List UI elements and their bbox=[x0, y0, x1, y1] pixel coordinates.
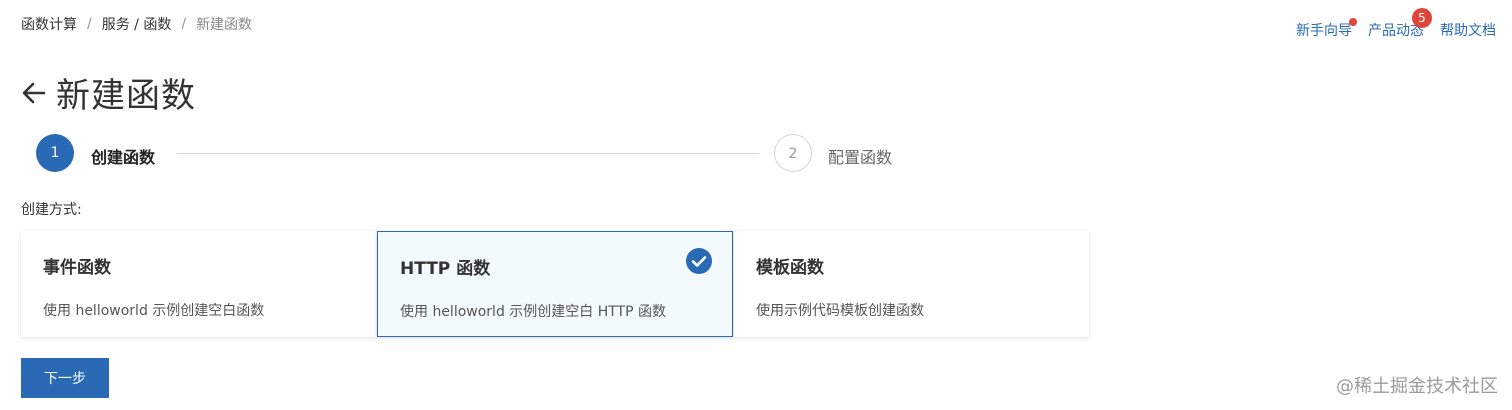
docs-link-label: 帮助文档 bbox=[1440, 23, 1496, 39]
step-2-circle: 2 bbox=[774, 134, 812, 172]
creation-method-cards: 事件函数 使用 helloworld 示例创建空白函数 HTTP 函数 使用 h… bbox=[21, 231, 1089, 337]
top-links: 新手向导 产品动态 5 帮助文档 bbox=[1296, 8, 1496, 40]
event-function-card[interactable]: 事件函数 使用 helloworld 示例创建空白函数 bbox=[21, 231, 376, 337]
guide-link[interactable]: 新手向导 bbox=[1296, 18, 1357, 40]
docs-link[interactable]: 帮助文档 bbox=[1440, 20, 1496, 40]
card-title: 事件函数 bbox=[43, 258, 111, 278]
http-function-card[interactable]: HTTP 函数 使用 helloworld 示例创建空白 HTTP 函数 bbox=[377, 231, 733, 337]
step-2-label: 配置函数 bbox=[828, 148, 893, 167]
watermark: @稀土掘金技术社区 bbox=[1336, 376, 1498, 397]
check-circle-icon bbox=[686, 248, 712, 274]
card-title: HTTP 函数 bbox=[400, 259, 491, 279]
card-description: 使用 helloworld 示例创建空白 HTTP 函数 bbox=[400, 304, 667, 320]
guide-link-label: 新手向导 bbox=[1296, 23, 1352, 39]
template-function-card[interactable]: 模板函数 使用示例代码模板创建函数 bbox=[734, 231, 1089, 337]
creation-method-label: 创建方式: bbox=[21, 202, 82, 218]
step-1-label: 创建函数 bbox=[91, 148, 156, 167]
card-description: 使用 helloworld 示例创建空白函数 bbox=[43, 303, 265, 319]
card-title: 模板函数 bbox=[756, 258, 824, 278]
breadcrumb: 函数计算 / 服务 / 函数 / 新建函数 bbox=[21, 14, 252, 34]
news-link[interactable]: 产品动态 5 bbox=[1368, 8, 1432, 40]
breadcrumb-item-current: 新建函数 bbox=[196, 17, 253, 33]
step-indicator: 1 创建函数 2 配置函数 bbox=[36, 134, 916, 176]
page-title: 新建函数 bbox=[56, 76, 196, 116]
arrow-left-icon[interactable] bbox=[20, 79, 48, 107]
card-description: 使用示例代码模板创建函数 bbox=[756, 303, 924, 319]
breadcrumb-item-fc[interactable]: 函数计算 bbox=[21, 14, 77, 34]
next-step-button[interactable]: 下一步 bbox=[21, 358, 109, 398]
step-connector-line bbox=[177, 153, 759, 154]
page-header: 新建函数 bbox=[20, 68, 196, 117]
notification-dot bbox=[1349, 18, 1357, 26]
news-count-badge: 5 bbox=[1412, 8, 1432, 28]
breadcrumb-item-service[interactable]: 服务 / 函数 bbox=[102, 14, 172, 34]
step-1-circle: 1 bbox=[36, 134, 74, 172]
breadcrumb-separator: / bbox=[181, 16, 187, 32]
breadcrumb-separator: / bbox=[87, 16, 92, 32]
